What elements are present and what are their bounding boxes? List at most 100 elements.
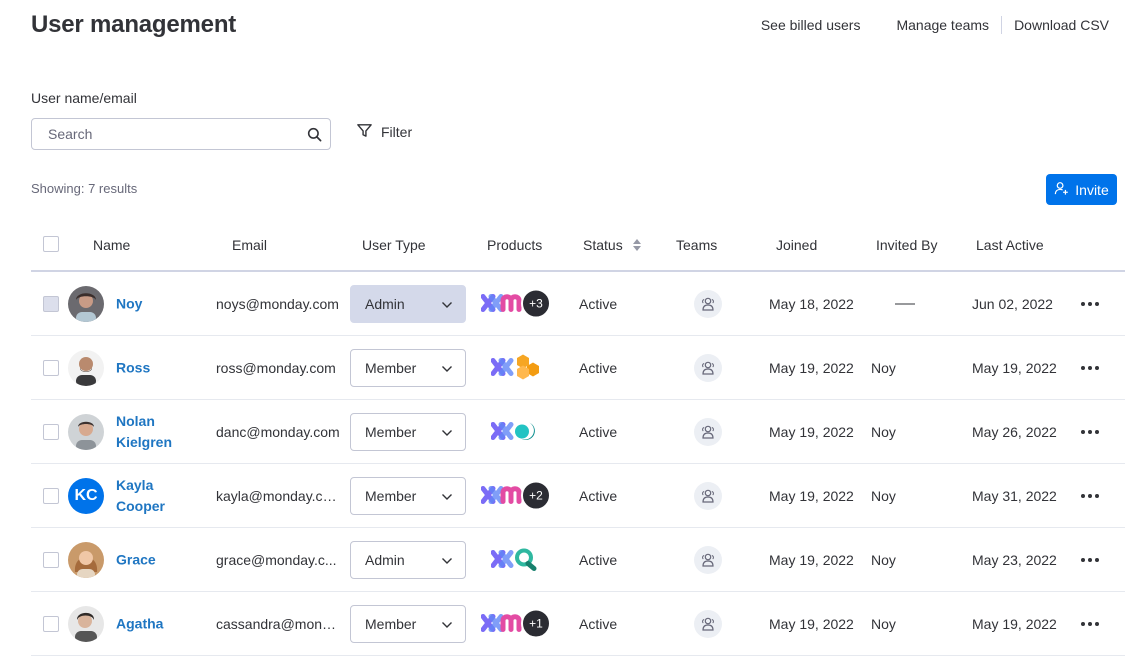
avatar[interactable] (68, 349, 104, 386)
last-active-date: May 19, 2022 (972, 359, 1057, 376)
invited-by-empty (895, 303, 915, 304)
teams-button[interactable] (694, 353, 722, 382)
invited-by: Noy (871, 487, 896, 504)
search-field[interactable] (31, 118, 331, 150)
more-products-badge[interactable]: +3 (521, 288, 551, 319)
user-type-select[interactable]: Member (350, 604, 466, 643)
select-all-checkbox[interactable] (43, 236, 59, 252)
avatar-initials: KC (68, 477, 104, 514)
column-joined[interactable]: Joined (776, 237, 817, 253)
chevron-down-icon (441, 424, 453, 440)
table-row[interactable]: KC Kayla Cooper kayla@monday.co... Membe… (31, 464, 1125, 528)
more-icon[interactable] (1081, 493, 1099, 498)
avatar[interactable] (68, 285, 104, 322)
header-links: See billed users Manage teams Download C… (749, 16, 1109, 34)
table-row[interactable]: Ross ross@monday.com Member Active May 1… (31, 336, 1125, 400)
row-checkbox[interactable] (43, 359, 59, 376)
teams-button[interactable] (694, 545, 722, 574)
results-count: Showing: 7 results (31, 181, 138, 196)
filter-button[interactable]: Filter (356, 122, 412, 142)
column-last-active[interactable]: Last Active (976, 237, 1044, 253)
joined-date: May 19, 2022 (769, 359, 854, 376)
user-name-link[interactable]: Noy (116, 293, 186, 314)
user-name-link[interactable]: Ross (116, 357, 186, 378)
row-checkbox[interactable] (43, 615, 59, 632)
monday-product-icons (490, 351, 545, 384)
products-icons[interactable]: +2 (480, 479, 551, 512)
more-products-badge[interactable]: +1 (521, 608, 551, 639)
teams-icon (694, 481, 722, 510)
more-icon[interactable] (1081, 301, 1099, 306)
row-checkbox[interactable] (43, 487, 59, 504)
sort-icon[interactable] (632, 238, 642, 255)
search-input[interactable] (48, 126, 306, 142)
teams-icon (694, 609, 722, 638)
teams-button[interactable] (694, 417, 722, 446)
user-name-link[interactable]: Nolan Kielgren (116, 411, 186, 453)
status-text: Active (579, 551, 618, 568)
download-csv-link[interactable]: Download CSV (1002, 16, 1109, 34)
teams-icon (694, 545, 722, 574)
products-icons[interactable] (490, 351, 545, 384)
last-active-date: May 23, 2022 (972, 551, 1057, 568)
user-name-link[interactable]: Kayla Cooper (116, 475, 186, 517)
products-icons[interactable] (490, 415, 545, 448)
column-email[interactable]: Email (232, 237, 267, 253)
teams-icon (694, 289, 722, 318)
status-text: Active (579, 615, 618, 632)
table-row[interactable]: Agatha cassandra@mond... Member +1 Activ… (31, 592, 1125, 656)
more-icon[interactable] (1081, 557, 1099, 562)
user-email: noys@monday.com (216, 295, 339, 312)
table-row[interactable]: Grace grace@monday.c... Admin Active May… (31, 528, 1125, 592)
column-invited-by[interactable]: Invited By (876, 237, 937, 253)
avatar[interactable] (68, 541, 104, 578)
table-row[interactable]: Noy noys@monday.com Admin +3 Active May … (31, 272, 1125, 336)
see-billed-users-link[interactable]: See billed users (749, 16, 873, 34)
invited-by: Noy (871, 615, 896, 632)
invited-by: Noy (871, 423, 896, 440)
user-type-value: Member (365, 359, 417, 376)
avatar[interactable] (68, 605, 104, 642)
teams-button[interactable] (694, 289, 722, 318)
status-text: Active (579, 359, 618, 376)
user-name-link[interactable]: Agatha (116, 613, 186, 634)
last-active-date: May 19, 2022 (972, 615, 1057, 632)
more-products-badge[interactable]: +2 (521, 480, 551, 511)
invite-button[interactable]: Invite (1046, 174, 1117, 205)
table-row[interactable]: Nolan Kielgren danc@monday.com Member Ac… (31, 400, 1125, 464)
user-type-select[interactable]: Admin (350, 540, 466, 579)
more-icon[interactable] (1081, 621, 1099, 626)
chevron-down-icon (441, 552, 453, 568)
column-status[interactable]: Status (583, 237, 623, 253)
products-icons[interactable]: +3 (480, 287, 551, 320)
column-teams[interactable]: Teams (676, 237, 717, 253)
avatar[interactable]: KC (68, 477, 104, 514)
more-icon[interactable] (1081, 365, 1099, 370)
more-icon[interactable] (1081, 429, 1099, 434)
table-header: Name Email User Type Products Status Tea… (31, 220, 1125, 272)
products-icons[interactable] (490, 543, 545, 576)
user-type-select[interactable]: Member (350, 412, 466, 451)
column-products[interactable]: Products (487, 237, 542, 253)
joined-date: May 19, 2022 (769, 423, 854, 440)
column-user-type[interactable]: User Type (362, 237, 426, 253)
row-checkbox[interactable] (43, 551, 59, 568)
invited-by: Noy (871, 551, 896, 568)
user-type-select[interactable]: Admin (350, 284, 466, 323)
user-email: grace@monday.c... (216, 551, 337, 568)
avatar[interactable] (68, 413, 104, 450)
manage-teams-link[interactable]: Manage teams (884, 16, 1001, 34)
teams-button[interactable] (694, 481, 722, 510)
column-name[interactable]: Name (93, 237, 130, 253)
row-checkbox[interactable] (43, 423, 59, 440)
products-icons[interactable]: +1 (480, 607, 551, 640)
teams-button[interactable] (694, 609, 722, 638)
user-email: ross@monday.com (216, 359, 336, 376)
monday-product-icons (490, 415, 545, 448)
user-name-link[interactable]: Grace (116, 549, 186, 570)
user-type-select[interactable]: Member (350, 476, 466, 515)
row-checkbox[interactable] (43, 295, 59, 312)
search-icon[interactable] (306, 126, 322, 142)
chevron-down-icon (441, 488, 453, 504)
user-type-select[interactable]: Member (350, 348, 466, 387)
